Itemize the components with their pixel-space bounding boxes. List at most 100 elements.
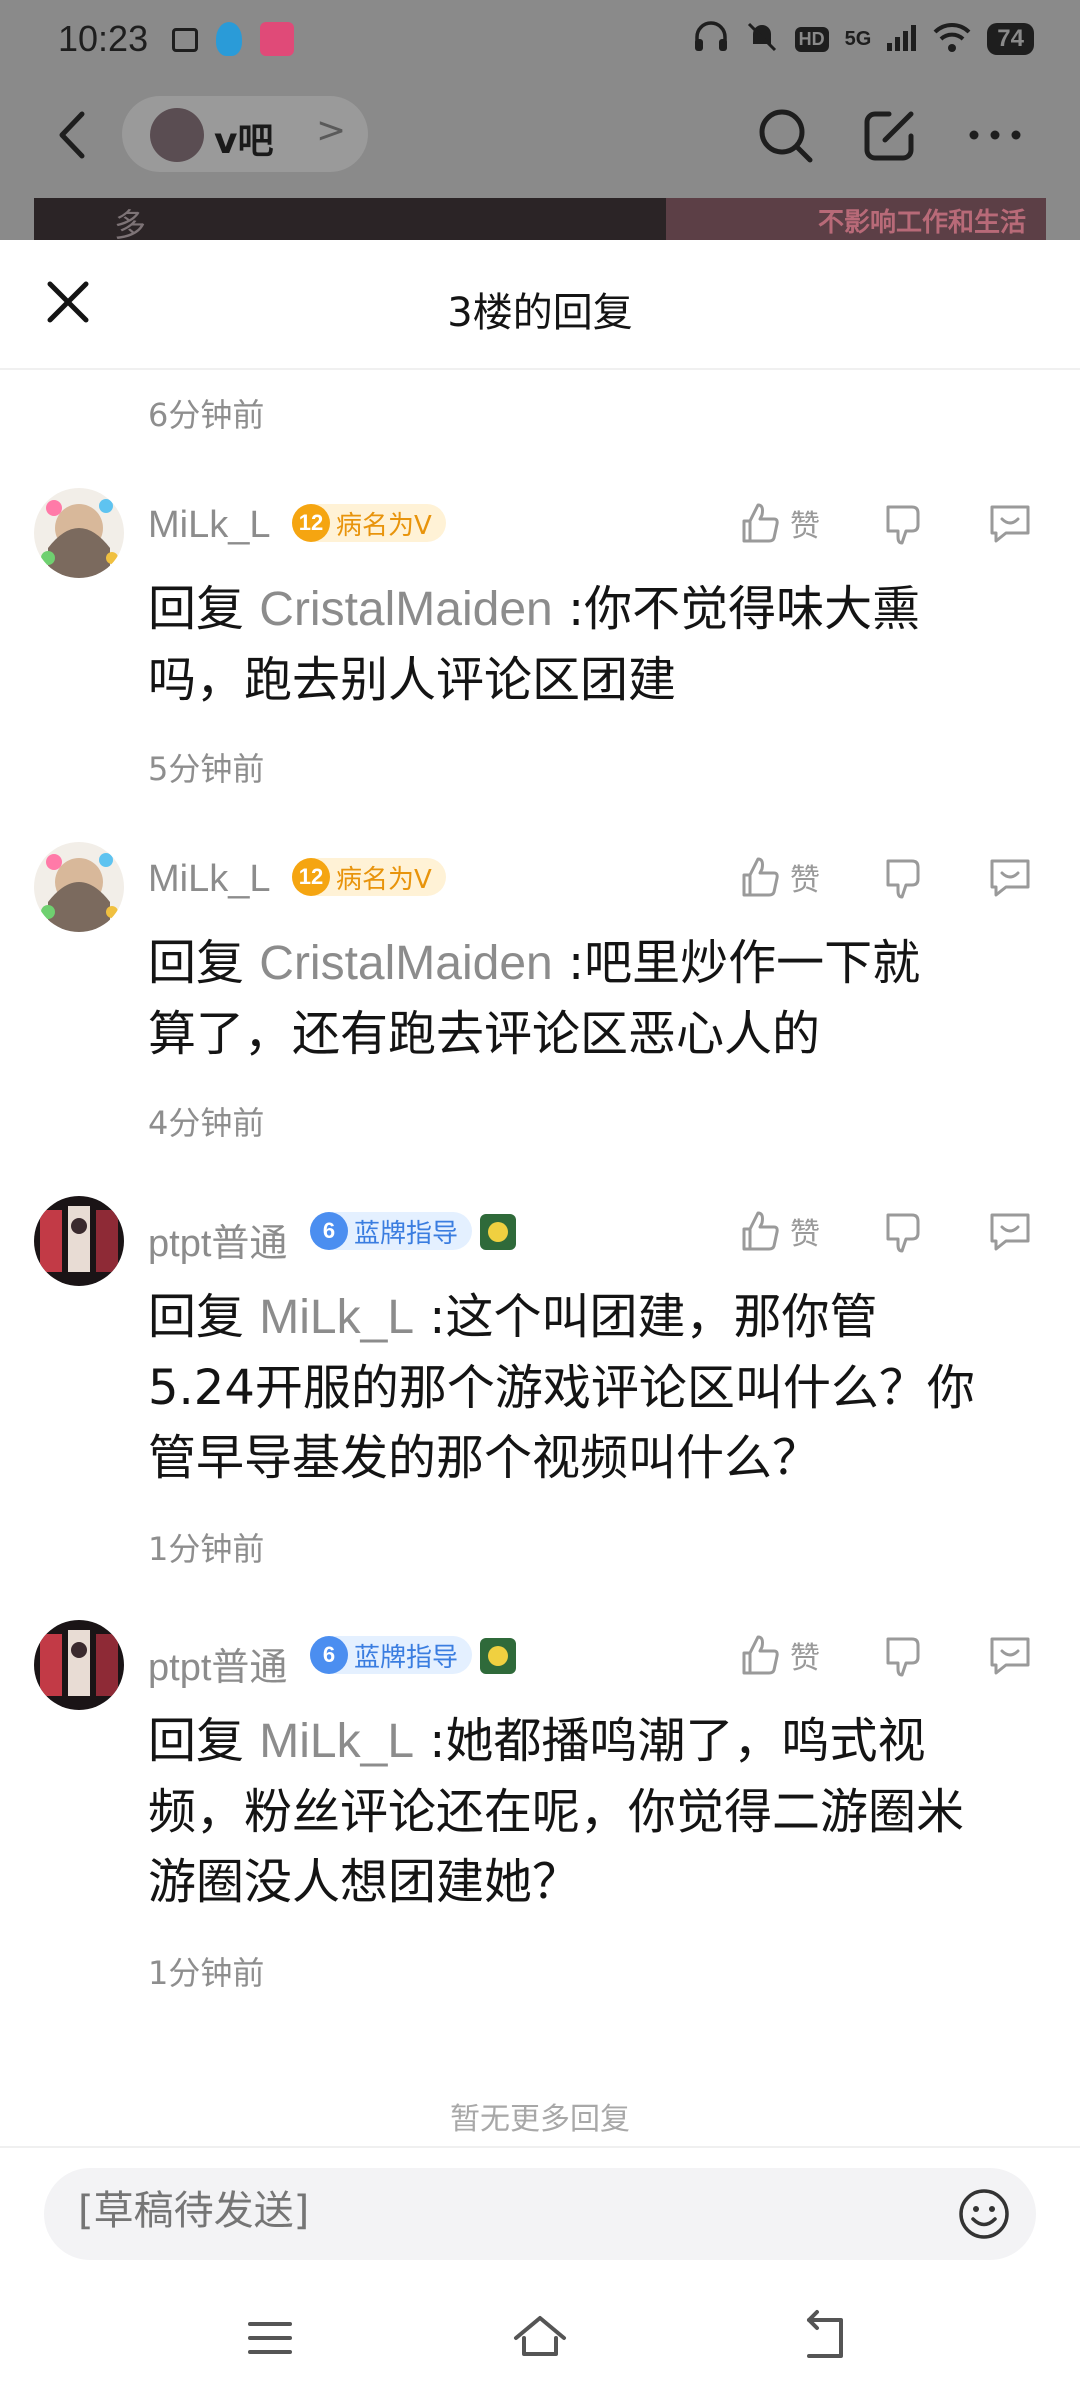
reply-prefix: 回复 xyxy=(148,935,245,991)
reply-content-line: :吧里炒作一下就 xyxy=(567,935,921,991)
like-label: 赞 xyxy=(790,863,820,898)
qq-app-icon xyxy=(216,22,242,56)
comment-button[interactable] xyxy=(986,852,1034,902)
back-icon xyxy=(807,2310,843,2358)
status-bar: 10:23 HD 5G 74 xyxy=(0,0,1080,80)
reply-timestamp: 4分钟前 xyxy=(148,1104,265,1142)
username[interactable]: ptpt普通 xyxy=(148,1212,287,1267)
back-nav-button[interactable] xyxy=(795,2308,855,2368)
more-dots-icon xyxy=(969,130,1021,140)
reply-input-box[interactable] xyxy=(44,2168,1036,2260)
search-icon xyxy=(759,109,813,163)
like-button[interactable]: 赞 xyxy=(738,1630,820,1680)
status-time: 10:23 xyxy=(58,18,149,59)
dislike-button[interactable] xyxy=(880,854,924,904)
forum-name: v吧 xyxy=(214,121,274,162)
reply-target-user[interactable]: CristalMaiden xyxy=(259,583,552,636)
reply-target-user[interactable]: CristalMaiden xyxy=(259,937,552,990)
signal-bars-icon xyxy=(887,23,917,55)
reply-content-line: 游圈没人想团建她？ xyxy=(148,1854,581,1910)
avatar[interactable] xyxy=(34,488,124,578)
thumbs-down-icon xyxy=(886,859,920,899)
reply-content-line: :她都播鸣潮了，鸣式视 xyxy=(429,1713,926,1769)
parent-timestamp: 6分钟前 xyxy=(148,396,265,434)
comment-button[interactable] xyxy=(986,1630,1034,1680)
tv-app-icon xyxy=(172,28,198,52)
reply-text: 回复 CristalMaiden :你不觉得味大熏 吗，跑去别人评论区团建 xyxy=(148,574,1048,715)
video-caption-left: 多 xyxy=(114,206,147,240)
menu-icon xyxy=(248,2322,292,2354)
notification-icons xyxy=(172,22,294,56)
thumbs-up-icon xyxy=(742,1211,779,1251)
comment-bubble-icon xyxy=(990,1637,1030,1675)
forum-avatar xyxy=(150,108,204,162)
more-button[interactable] xyxy=(960,100,1030,170)
badge-title: 蓝牌指导 xyxy=(354,1218,459,1249)
thumbs-up-icon xyxy=(742,857,779,897)
sheet-title: 3楼的回复 xyxy=(447,290,633,336)
like-label: 赞 xyxy=(790,1217,820,1252)
emoji-button[interactable] xyxy=(956,2186,1012,2242)
reply-line: 回复 CristalMaiden :你不觉得味大熏 xyxy=(148,574,1048,645)
back-arrow-icon xyxy=(59,111,85,159)
reply-line: 回复 CristalMaiden :吧里炒作一下就 xyxy=(148,928,1048,999)
dislike-button[interactable] xyxy=(880,1208,924,1258)
compose-icon xyxy=(864,111,914,161)
reply-text: 回复 MiLk_L :这个叫团建，那你管 5.24开服的那个游戏评论区叫什么？你… xyxy=(148,1282,1048,1493)
forum-pill[interactable]: v吧 > xyxy=(122,96,368,172)
chevron-right-icon: > xyxy=(316,110,347,151)
emoji-icon xyxy=(959,2189,1009,2239)
avatar[interactable] xyxy=(34,1620,124,1710)
like-button[interactable]: 赞 xyxy=(738,498,820,548)
reply-target-user[interactable]: MiLk_L xyxy=(259,1715,414,1768)
recent-apps-button[interactable] xyxy=(240,2308,300,2368)
search-button[interactable] xyxy=(750,100,820,170)
home-button[interactable] xyxy=(510,2308,570,2368)
level-badge: 12 病名为V xyxy=(292,858,446,896)
comment-button[interactable] xyxy=(986,498,1034,548)
level-number: 6 xyxy=(310,1636,348,1674)
like-label: 赞 xyxy=(790,1641,820,1676)
like-button[interactable]: 赞 xyxy=(738,1206,820,1256)
avatar[interactable] xyxy=(34,1196,124,1286)
reply-prefix: 回复 xyxy=(148,1289,245,1345)
mute-icon xyxy=(745,20,779,58)
username[interactable]: MiLk_L xyxy=(148,858,271,901)
reply-input[interactable] xyxy=(78,2188,938,2234)
avatar[interactable] xyxy=(34,842,124,932)
reply-timestamp: 1分钟前 xyxy=(148,1954,265,1992)
like-button[interactable]: 赞 xyxy=(738,852,820,902)
reply-line: 回复 MiLk_L :这个叫团建，那你管 xyxy=(148,1282,1048,1353)
comment-bubble-icon xyxy=(990,1213,1030,1251)
reply-content-line: 管早导基发的那个视频叫什么？ xyxy=(148,1430,821,1486)
username[interactable]: MiLk_L xyxy=(148,504,271,547)
thumbs-down-icon xyxy=(886,1213,920,1253)
reply-sheet: 3楼的回复 6分钟前 MiLk_L 12 病名为V 赞 回复 CristalMa… xyxy=(0,240,1080,2408)
thumbs-down-icon xyxy=(886,505,920,545)
reply-content-line: :你不觉得味大熏 xyxy=(567,581,921,637)
badge-title: 蓝牌指导 xyxy=(354,1642,459,1673)
medal-icon xyxy=(480,1214,516,1250)
dislike-button[interactable] xyxy=(880,1632,924,1682)
reply-content-line: 吗，跑去别人评论区团建 xyxy=(148,652,677,708)
dislike-button[interactable] xyxy=(880,500,924,550)
status-indicators: HD 5G 74 xyxy=(693,20,1034,58)
comment-bubble-icon xyxy=(990,859,1030,897)
comment-button[interactable] xyxy=(986,1206,1034,1256)
compose-button[interactable] xyxy=(855,100,925,170)
hd-icon: HD xyxy=(794,26,829,52)
medal-icon xyxy=(480,1638,516,1674)
video-caption-right: 不影响工作和生活 xyxy=(817,208,1026,238)
reply-content-line: 频，粉丝评论还在呢，你觉得二游圈米 xyxy=(148,1784,965,1840)
level-badge: 6 蓝牌指导 xyxy=(310,1636,473,1674)
reply-content-line: 5.24开服的那个游戏评论区叫什么？你 xyxy=(148,1360,975,1416)
reply-target-user[interactable]: MiLk_L xyxy=(259,1291,414,1344)
battery-indicator: 74 xyxy=(987,23,1034,55)
thumbs-down-icon xyxy=(886,1637,920,1677)
back-button[interactable] xyxy=(44,100,104,170)
like-label: 赞 xyxy=(790,509,820,544)
reply-timestamp: 1分钟前 xyxy=(148,1530,265,1568)
username[interactable]: ptpt普通 xyxy=(148,1636,287,1691)
reply-prefix: 回复 xyxy=(148,581,245,637)
wifi-icon xyxy=(933,22,971,56)
